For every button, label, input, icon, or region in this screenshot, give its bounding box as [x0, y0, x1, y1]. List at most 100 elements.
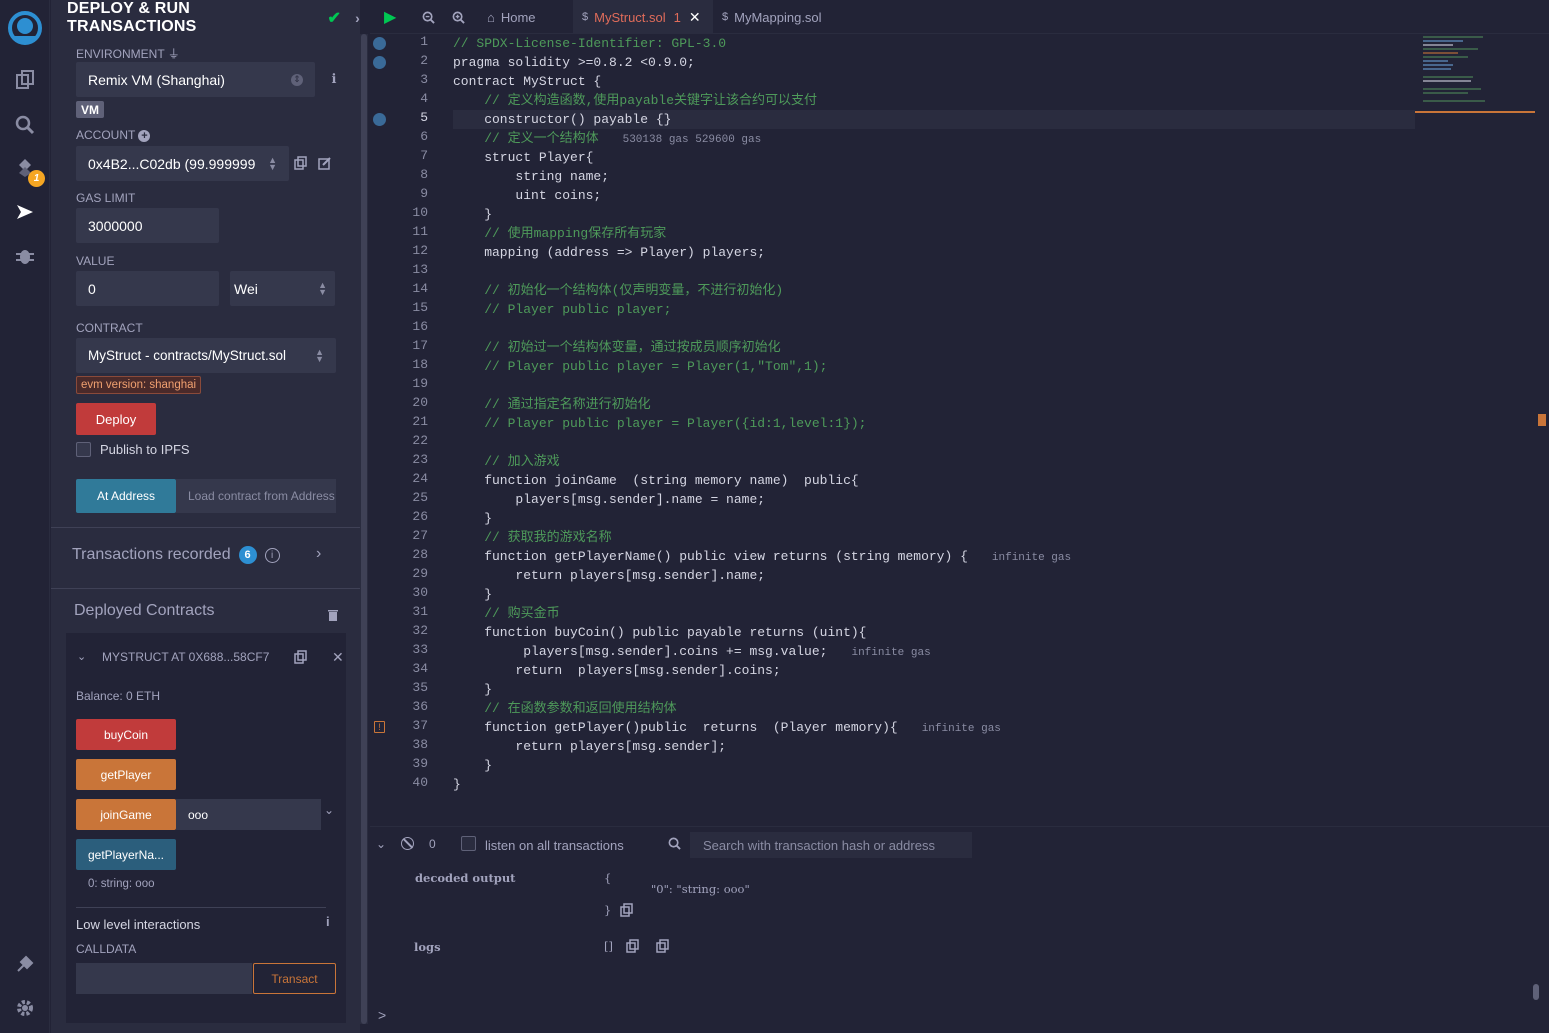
plugin-manager-icon[interactable]	[12, 951, 38, 977]
terminal-scrollbar[interactable]	[1533, 984, 1539, 1000]
line-number[interactable]: 27	[398, 528, 428, 543]
code-line[interactable]: function getPlayer()public returns (Play…	[453, 718, 1001, 737]
close-tab-icon[interactable]: ✕	[689, 9, 701, 26]
line-number[interactable]: 14	[398, 281, 428, 296]
line-number[interactable]: 6	[398, 129, 428, 144]
line-number[interactable]: 12	[398, 243, 428, 258]
joingame-button[interactable]: joinGame	[76, 799, 176, 830]
editor-scrollbar[interactable]	[1535, 34, 1549, 826]
transaction-search-input[interactable]: Search with transaction hash or address	[690, 832, 972, 858]
trash-icon[interactable]	[326, 608, 340, 622]
zoom-in-icon[interactable]	[452, 0, 465, 34]
settings-gear-icon[interactable]	[12, 995, 38, 1021]
line-number[interactable]: 19	[398, 376, 428, 391]
code-line[interactable]: function joinGame (string memory name) p…	[453, 471, 858, 490]
code-line[interactable]: // 购买金币	[453, 604, 559, 623]
code-line[interactable]: players[msg.sender].name = name;	[453, 490, 765, 509]
side-panel-scrollbar[interactable]	[360, 34, 368, 1024]
code-line[interactable]: constructor() payable {}	[453, 110, 671, 129]
line-number[interactable]: 11	[398, 224, 428, 239]
chevron-down-icon[interactable]: ⌄	[77, 650, 86, 663]
code-line[interactable]: mapping (address => Player) players;	[453, 243, 765, 262]
line-number[interactable]: 35	[398, 680, 428, 695]
code-line[interactable]: }	[453, 756, 492, 775]
copy-logs-raw-icon[interactable]	[656, 939, 670, 953]
code-line[interactable]: uint coins;	[453, 186, 601, 205]
chevron-right-icon[interactable]: ›	[355, 10, 360, 26]
code-line[interactable]: // Player public player = Player({id:1,l…	[453, 414, 866, 433]
environment-select[interactable]: Remix VM (Shanghai) ⇕	[76, 62, 315, 97]
copy-icon[interactable]	[294, 156, 308, 170]
deploy-button[interactable]: Deploy	[76, 403, 156, 435]
code-line[interactable]: return players[msg.sender].name;	[453, 566, 765, 585]
code-line[interactable]: // 定义一个结构体 530138 gas 529600 gas	[453, 129, 761, 148]
deploy-run-icon[interactable]	[12, 199, 38, 225]
line-number[interactable]: 33	[398, 642, 428, 657]
line-number[interactable]: 3	[398, 72, 428, 87]
line-number[interactable]: 8	[398, 167, 428, 182]
code-line[interactable]: }	[453, 585, 492, 604]
copy-logs-icon[interactable]	[626, 939, 640, 953]
line-number[interactable]: 29	[398, 566, 428, 581]
line-number[interactable]: 34	[398, 661, 428, 676]
line-number[interactable]: 37	[398, 718, 428, 733]
line-number[interactable]: 20	[398, 395, 428, 410]
code-line[interactable]: // 在函数参数和返回使用结构体	[453, 699, 676, 718]
copy-address-icon[interactable]	[294, 650, 308, 664]
line-number[interactable]: 7	[398, 148, 428, 163]
breakpoint-marker[interactable]	[373, 37, 386, 50]
code-line[interactable]: // 通过指定名称进行初始化	[453, 395, 650, 414]
publish-ipfs-checkbox[interactable]	[76, 442, 91, 457]
info-circle-icon[interactable]: i	[264, 547, 280, 563]
editor-gutter[interactable]: 1 2 3 4 5 6 7 8 9 10 11 12 13 14 15 16 17 18 19 20 21 22 23 24 2…	[370, 34, 450, 826]
plus-circle-icon[interactable]: +	[138, 130, 151, 142]
code-line[interactable]: string name;	[453, 167, 609, 186]
line-number[interactable]: 5	[398, 110, 428, 125]
tab-mystruct[interactable]: $ MyStruct.sol 1 ✕	[573, 0, 713, 34]
buycoin-button[interactable]: buyCoin	[76, 719, 176, 750]
joingame-name-input[interactable]: ooo	[176, 799, 321, 830]
tab-home[interactable]: ⌂ Home	[487, 0, 536, 34]
contract-select[interactable]: MyStruct - contracts/MyStruct.sol ▲ ▼	[76, 338, 336, 373]
line-number[interactable]: 18	[398, 357, 428, 372]
code-line[interactable]: contract MyStruct {	[453, 72, 601, 91]
code-line[interactable]: }	[453, 205, 492, 224]
line-number[interactable]: 16	[398, 319, 428, 334]
close-icon[interactable]: ✕	[332, 649, 344, 666]
tab-mymapping[interactable]: $ MyMapping.sol	[722, 0, 822, 34]
breakpoint-marker[interactable]	[373, 56, 386, 69]
code-line[interactable]: // 初始过一个结构体变量，通过按成员顺序初始化	[453, 338, 780, 357]
line-number[interactable]: 32	[398, 623, 428, 638]
code-line[interactable]: return players[msg.sender];	[453, 737, 726, 756]
gas-limit-input[interactable]: 3000000	[76, 208, 219, 243]
zoom-out-icon[interactable]	[422, 0, 435, 34]
load-contract-address-input[interactable]: Load contract from Address	[176, 479, 336, 513]
transactions-recorded-header[interactable]: Transactions recorded 6 i	[72, 546, 280, 564]
line-number[interactable]: 23	[398, 452, 428, 467]
code-line[interactable]: // Player public player = Player(1,"Tom"…	[453, 357, 827, 376]
code-line[interactable]: struct Player{	[453, 148, 593, 167]
line-number[interactable]: 13	[398, 262, 428, 277]
editor-minimap[interactable]	[1415, 34, 1549, 826]
listen-all-transactions-checkbox[interactable]	[461, 836, 476, 851]
code-line[interactable]: // 初始化一个结构体(仅声明变量，不进行初始化)	[453, 281, 783, 300]
warning-marker-icon[interactable]: !	[374, 721, 385, 733]
info-icon[interactable]: i	[326, 914, 330, 929]
code-line[interactable]: }	[453, 509, 492, 528]
line-number[interactable]: 15	[398, 300, 428, 315]
value-unit-select[interactable]: Wei ▲ ▼	[230, 271, 335, 306]
code-area[interactable]: // SPDX-License-Identifier: GPL-3.0 pragm…	[453, 34, 1413, 826]
line-number[interactable]: 4	[398, 91, 428, 106]
transact-button[interactable]: Transact	[253, 963, 336, 994]
line-number[interactable]: 26	[398, 509, 428, 524]
expand-args-icon[interactable]: ⌄	[324, 803, 334, 817]
code-line[interactable]: // Player public player;	[453, 300, 671, 319]
search-icon[interactable]	[12, 112, 38, 138]
line-number[interactable]: 10	[398, 205, 428, 220]
file-explorer-icon[interactable]	[12, 67, 38, 93]
line-number[interactable]: 28	[398, 547, 428, 562]
line-number[interactable]: 24	[398, 471, 428, 486]
line-number[interactable]: 38	[398, 737, 428, 752]
line-number[interactable]: 25	[398, 490, 428, 505]
line-number[interactable]: 2	[398, 53, 428, 68]
